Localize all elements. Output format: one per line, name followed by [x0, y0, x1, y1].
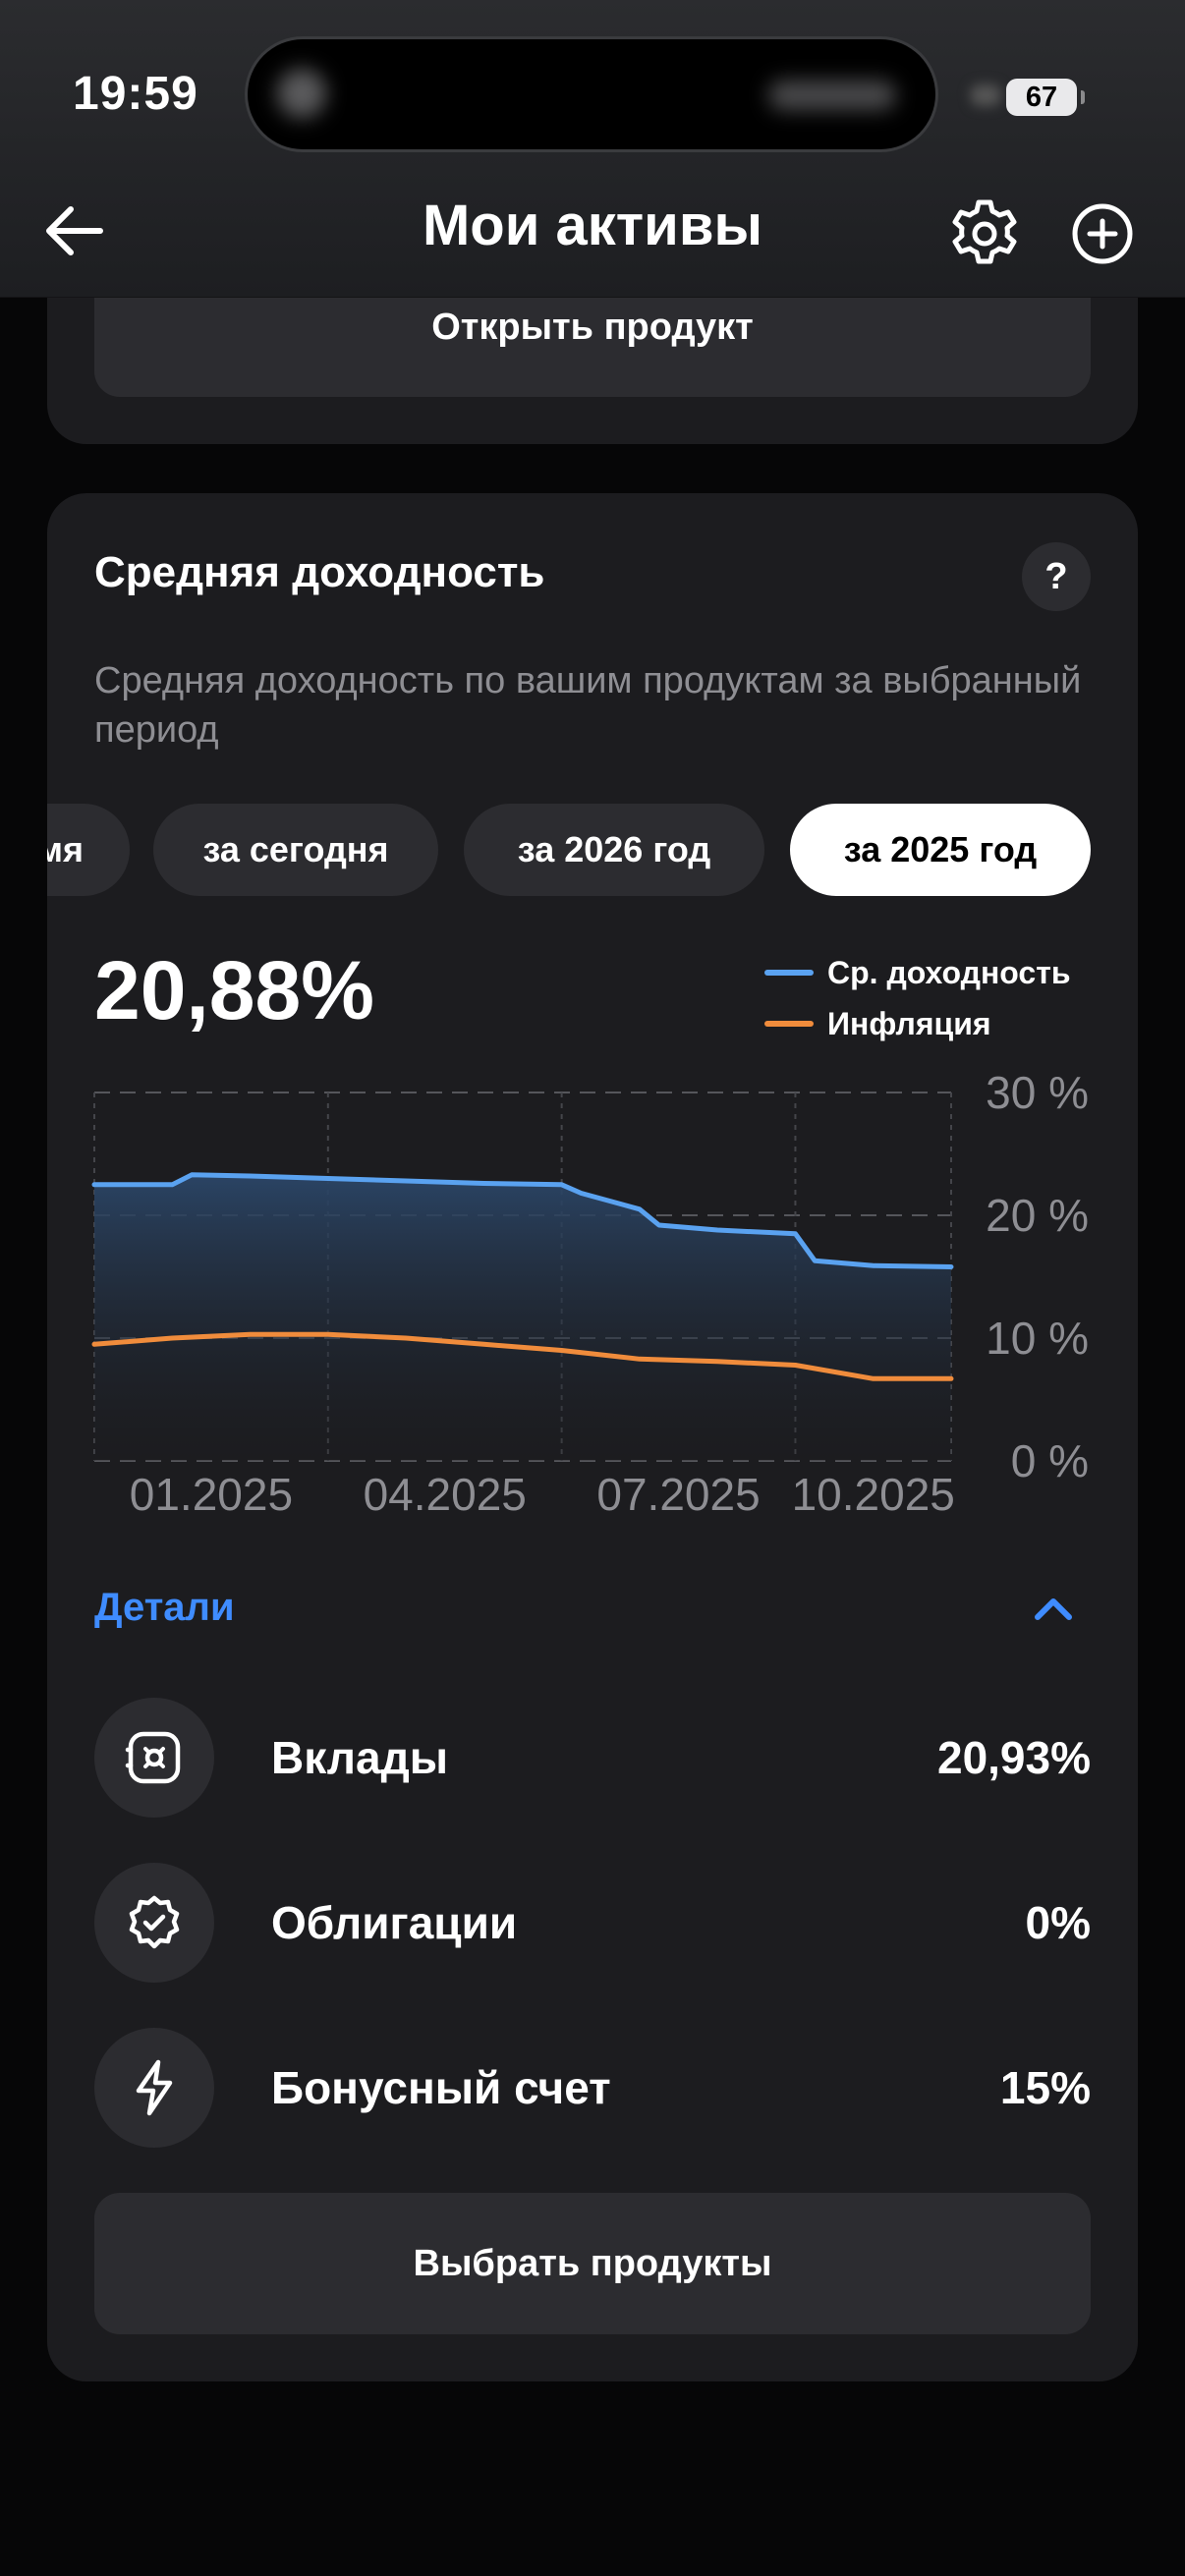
period-pill-2026[interactable]: за 2026 год [464, 804, 764, 896]
asset-value: 0% [1025, 1897, 1091, 1948]
yield-chart: 30 % 20 % 10 % 0 % 01.2025 04.2025 07.2025 10.2… [91, 1067, 1089, 1520]
add-circle-icon[interactable] [1063, 195, 1142, 273]
chart-legend: Ср. доходность Инфляция [764, 947, 1118, 1049]
legend-swatch-yield [764, 970, 814, 976]
x-tick-label: 01.2025 [130, 1469, 293, 1520]
asset-row-deposits[interactable]: Вклады 20,93% [94, 1698, 1091, 1820]
average-yield-value: 20,88% [94, 944, 374, 1036]
legend-swatch-inflation [764, 1021, 814, 1027]
help-button[interactable]: ? [1022, 542, 1091, 611]
lightning-icon [136, 2059, 173, 2116]
badge-check-icon [129, 1895, 180, 1949]
asset-value: 20,93% [936, 1732, 1091, 1783]
period-pill-all-time[interactable]: за всё время [47, 804, 130, 896]
asset-icon-wrap [94, 1863, 214, 1983]
safe-icon [125, 1731, 181, 1784]
x-tick-label: 07.2025 [596, 1469, 760, 1520]
asset-name: Вклады [271, 1732, 449, 1783]
select-products-button[interactable]: Выбрать продукты [94, 2193, 1091, 2334]
asset-name: Бонусный счет [271, 2062, 611, 2113]
asset-row-bonds[interactable]: Облигации 0% [94, 1863, 1091, 1985]
gear-icon[interactable] [945, 195, 1024, 273]
asset-value: 15% [999, 2062, 1091, 2113]
top-bar: 19:59 67 Мои активы [0, 0, 1185, 298]
average-yield-card: Средняя доходность ? Средняя доходность … [47, 493, 1138, 2381]
chevron-up-icon[interactable] [1024, 1580, 1083, 1639]
legend-item-yield: Ср. доходность [764, 947, 1118, 998]
period-pill-today[interactable]: за сегодня [153, 804, 438, 896]
legend-label-inflation: Инфляция [827, 1005, 991, 1041]
section-subtitle: Средняя доходность по вашим продуктам за… [94, 660, 1082, 751]
asset-name: Облигации [271, 1897, 518, 1948]
battery-indicator: 67 [1006, 79, 1085, 116]
period-selector: за всё время за сегодня за 2026 год за 2… [47, 804, 1138, 898]
status-time: 19:59 [73, 68, 198, 120]
details-toggle[interactable]: Детали [94, 1586, 235, 1630]
series-area-yield [94, 1174, 951, 1461]
x-tick-label: 04.2025 [364, 1469, 527, 1520]
section-title: Средняя доходность [94, 548, 545, 596]
dynamic-island [248, 39, 935, 149]
y-tick-label: 20 % [986, 1190, 1089, 1241]
asset-icon-wrap [94, 1698, 214, 1818]
legend-label-yield: Ср. доходность [827, 954, 1071, 990]
asset-row-bonus-account[interactable]: Бонусный счет 15% [94, 2028, 1091, 2150]
y-tick-label: 0 % [1011, 1435, 1089, 1486]
y-tick-label: 10 % [986, 1313, 1089, 1364]
x-tick-label: 10.2025 [792, 1469, 955, 1520]
period-pill-2025[interactable]: за 2025 год [790, 804, 1091, 896]
signal-indicator [971, 84, 1000, 106]
y-tick-label: 30 % [986, 1067, 1089, 1118]
asset-icon-wrap [94, 2028, 214, 2148]
legend-item-inflation: Инфляция [764, 998, 1118, 1049]
